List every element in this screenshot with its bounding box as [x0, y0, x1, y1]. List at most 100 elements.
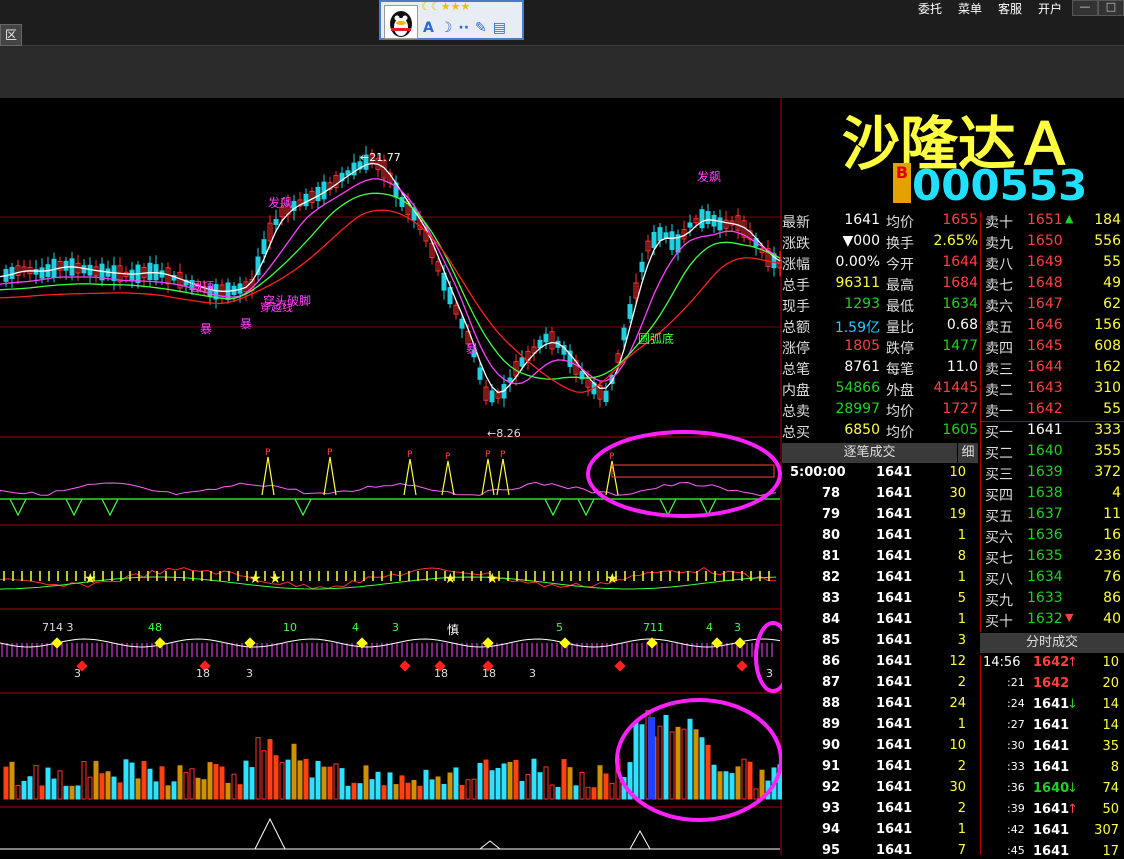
quote-table: 最新 1641 均价 1655 涨跌 ▼000 换手 2.65% 涨幅 0.00% 今开 1644 总手…	[782, 212, 980, 447]
volume-bar	[279, 761, 285, 800]
sell-price[interactable]: 1646	[1027, 317, 1063, 333]
menu-open-account[interactable]: 开户	[1038, 0, 1062, 17]
volume-bar	[273, 755, 279, 800]
volume-bar	[393, 784, 399, 800]
tick-volume: 2	[957, 675, 966, 690]
highlight-ellipse-2	[754, 621, 782, 693]
buy-price[interactable]: 1633	[1027, 590, 1063, 606]
minute-price: 1642	[1033, 655, 1070, 670]
ind2-star-icon: ★	[249, 571, 262, 587]
buy-price[interactable]: 1636	[1027, 527, 1063, 543]
font-icon[interactable]: A	[423, 20, 434, 36]
volume-bar	[345, 785, 351, 800]
ind2-green-line	[0, 576, 777, 590]
tab-close-button[interactable]: 区	[0, 24, 22, 46]
minimize-button[interactable]: —	[1072, 0, 1098, 16]
minute-time: :33	[1007, 760, 1025, 773]
sell-volume: 608	[1094, 338, 1121, 354]
buy-price[interactable]: 1632	[1027, 611, 1063, 627]
ind2-star-icon: ★	[84, 571, 97, 587]
maximize-button[interactable]: □	[1098, 0, 1124, 16]
menu-entrust[interactable]: 委托	[918, 0, 942, 17]
buy-price[interactable]: 1638	[1027, 485, 1063, 501]
minute-time: :39	[1007, 802, 1025, 815]
volume-bar	[435, 776, 441, 800]
ind2-star-icon: ★	[269, 571, 282, 587]
minute-price: 1642	[1033, 676, 1070, 691]
tick-price: 1641	[876, 696, 913, 711]
dots-icon[interactable]: ··	[458, 20, 469, 36]
sell-price[interactable]: 1650	[1027, 233, 1063, 249]
ind1-peak	[441, 460, 455, 496]
candle-body	[261, 239, 267, 255]
sell-level-label: 卖六	[985, 299, 1013, 315]
sell-price[interactable]: 1648	[1027, 275, 1063, 291]
buy-price[interactable]: 1641	[1027, 422, 1063, 438]
tick-time: 81	[822, 549, 841, 564]
menu-main[interactable]: 菜单	[958, 0, 982, 17]
buy-level-label: 买六	[985, 530, 1013, 546]
candle-body	[705, 211, 711, 224]
tick-trades-header[interactable]: 逐笔成交	[782, 443, 957, 463]
sell-price[interactable]: 1647	[1027, 296, 1063, 312]
tick-time: 86	[822, 654, 841, 669]
tick-time: 5:00:00	[790, 465, 846, 480]
osc-num-7: 711	[643, 621, 664, 634]
buy-level-label: 买五	[985, 509, 1013, 525]
volume-bar	[483, 759, 489, 800]
tick-detail-button[interactable]: 细	[958, 443, 978, 463]
menu-service[interactable]: 客服	[998, 0, 1022, 17]
sell-price[interactable]: 1644	[1027, 359, 1063, 375]
osc-num-1: 714 3	[42, 621, 74, 634]
buy-price[interactable]: 1637	[1027, 506, 1063, 522]
volume-bar	[723, 771, 729, 800]
volume-bar	[171, 781, 177, 800]
quote-panel: 沙隆达Ａ B 000553 最新 1641 均价 1655 涨跌 ▼000 换手 2.65% 涨…	[782, 97, 1124, 859]
buy-level-label: 买四	[985, 488, 1013, 504]
wrench-icon[interactable]: ✎	[475, 20, 487, 36]
sell-price[interactable]: 1649	[1027, 254, 1063, 270]
k-line-chart-area[interactable]: PPPPPPP ★ ★ ★ ★ ★ ★ ←21.77 ←8.26 发飙 发飙 圆弧底 圆顶…	[0, 97, 782, 855]
chuan-yue-label: 穿越线	[260, 300, 293, 314]
volume-bar	[165, 785, 171, 800]
qq-widget[interactable]: ☾☾★★★ A ☽ ·· ✎ ▤	[379, 0, 524, 40]
buy-volume: 40	[1103, 611, 1121, 627]
candle-body	[273, 218, 279, 226]
sell-price[interactable]: 1643	[1027, 380, 1063, 396]
volume-bar	[513, 759, 519, 800]
tick-volume: 8	[957, 549, 966, 564]
candle-body	[39, 267, 45, 279]
tick-price: 1641	[876, 549, 913, 564]
volume-bar	[189, 768, 195, 800]
minute-price: 1640	[1033, 781, 1070, 796]
tick-time: 80	[822, 528, 841, 543]
buy-volume: 11	[1103, 506, 1121, 522]
tick-time: 78	[822, 486, 841, 501]
tick-time: 89	[822, 717, 841, 732]
minute-trades-header[interactable]: 分时成交	[980, 633, 1124, 653]
minute-volume: 50	[1102, 802, 1119, 817]
qq-penguin-icon[interactable]	[384, 5, 418, 39]
tick-price: 1641	[876, 822, 913, 837]
minute-time: :36	[1007, 781, 1025, 794]
moving-average-lines	[0, 162, 781, 394]
buy-volume: 236	[1094, 548, 1121, 564]
sell-price[interactable]: 1642	[1027, 401, 1063, 417]
tick-time: 92	[822, 780, 841, 795]
volume-bar	[123, 759, 129, 800]
volume-bar	[495, 767, 501, 800]
tick-price: 1641	[876, 717, 913, 732]
quote-value: 0.00%	[835, 254, 880, 270]
volume-bar	[525, 774, 531, 800]
sell-price[interactable]: 1651	[1027, 212, 1063, 228]
buy-price[interactable]: 1635	[1027, 548, 1063, 564]
volume-bar	[51, 778, 57, 800]
clipboard-icon[interactable]: ▤	[493, 20, 506, 36]
moon-icon[interactable]: ☽	[440, 20, 453, 36]
buy-price[interactable]: 1634	[1027, 569, 1063, 585]
sell-price[interactable]: 1645	[1027, 338, 1063, 354]
quote-label: 量比	[886, 320, 914, 336]
buy-price[interactable]: 1639	[1027, 464, 1063, 480]
tick-price: 1641	[876, 654, 913, 669]
buy-price[interactable]: 1640	[1027, 443, 1063, 459]
